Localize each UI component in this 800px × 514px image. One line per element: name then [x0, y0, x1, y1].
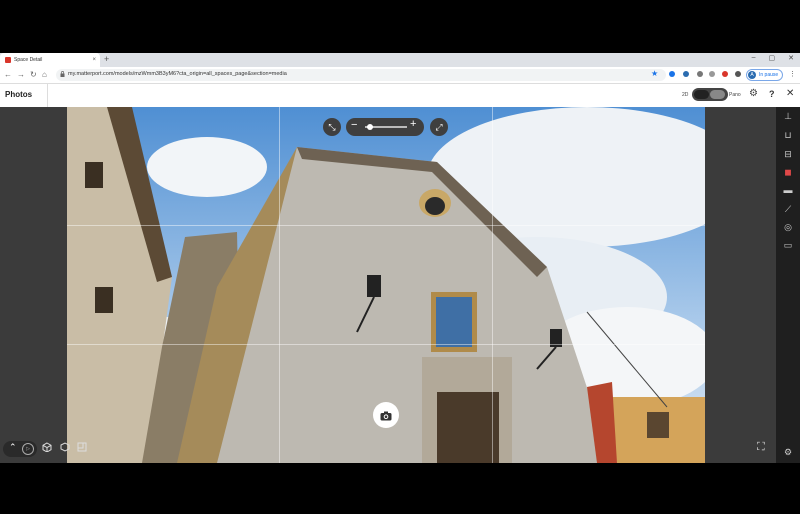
- extension-icon[interactable]: [722, 71, 728, 77]
- tool-photos-icon[interactable]: ◼: [781, 167, 795, 178]
- extension-icon[interactable]: [697, 71, 703, 77]
- view-pano-label: Pano: [729, 92, 741, 98]
- capture-photo-button[interactable]: [373, 402, 399, 428]
- window-controls: – ▢ ✕: [752, 54, 794, 62]
- window-close-icon[interactable]: ✕: [788, 54, 794, 62]
- bookmark-star-icon[interactable]: ★: [651, 69, 658, 78]
- close-icon[interactable]: ✕: [786, 88, 794, 99]
- photo-2d-option[interactable]: [694, 90, 709, 99]
- dollhouse-icon[interactable]: [42, 442, 52, 455]
- tool-settings-icon[interactable]: ⚙: [781, 447, 795, 458]
- browser-tab[interactable]: Space Detail ×: [0, 53, 100, 67]
- play-icon[interactable]: ▷: [22, 443, 34, 455]
- grid-line: [67, 344, 705, 345]
- zoom-reset-icon[interactable]: ⤡: [323, 118, 341, 136]
- home-icon[interactable]: ⌂: [42, 70, 47, 79]
- new-tab-button[interactable]: +: [104, 54, 109, 64]
- floorplan-icon[interactable]: [60, 442, 70, 455]
- browser-tab-strip: [0, 53, 800, 67]
- browser-menu-icon[interactable]: ⋮: [789, 70, 796, 78]
- view-2d-label: 2D: [682, 92, 689, 98]
- tab-title: Space Detail: [14, 57, 43, 63]
- tool-video-icon[interactable]: ▭: [781, 240, 795, 251]
- tool-ruler-icon[interactable]: ⟋: [781, 204, 795, 215]
- extension-icon[interactable]: [669, 71, 675, 77]
- tool-measure-icon[interactable]: ⊥: [781, 111, 795, 122]
- pano-option[interactable]: [710, 90, 725, 99]
- page-title: Photos: [5, 90, 33, 99]
- reload-icon[interactable]: ↻: [30, 70, 37, 79]
- expand-up-icon[interactable]: ⌃: [9, 442, 17, 453]
- minimize-icon[interactable]: –: [752, 54, 756, 62]
- back-icon[interactable]: ←: [4, 70, 12, 79]
- help-icon[interactable]: ?: [769, 89, 775, 99]
- zoom-out-button[interactable]: −: [351, 119, 357, 131]
- right-toolbar: [776, 107, 800, 463]
- zoom-in-button[interactable]: +: [410, 118, 416, 130]
- extension-icon[interactable]: [709, 71, 715, 77]
- grid-line: [279, 107, 280, 463]
- tool-floor-icon[interactable]: ⊔: [781, 130, 795, 141]
- camera-icon: [380, 408, 392, 422]
- url-text[interactable]: my.matterport.com/models/mzWmm3B3yM6?cta…: [68, 71, 287, 77]
- settings-gear-icon[interactable]: ⚙: [749, 88, 758, 99]
- view-mode-toggle[interactable]: [692, 88, 728, 101]
- floors-icon[interactable]: [77, 442, 87, 455]
- avatar: A: [748, 71, 756, 79]
- lock-icon: [60, 71, 65, 79]
- maximize-icon[interactable]: ▢: [769, 54, 776, 62]
- header-divider: [47, 84, 48, 107]
- tool-360-icon[interactable]: ◎: [781, 222, 795, 233]
- tool-layers-icon[interactable]: ⊟: [781, 149, 795, 160]
- grid-line: [67, 225, 705, 226]
- fullscreen-icon[interactable]: ⤢: [430, 118, 448, 136]
- extensions-puzzle-icon[interactable]: [735, 71, 741, 77]
- tab-close-icon[interactable]: ×: [92, 57, 96, 63]
- grid-line: [492, 107, 493, 463]
- app-header: [0, 84, 800, 108]
- profile-label: In pause: [759, 72, 779, 78]
- matterport-favicon-icon: [5, 57, 11, 63]
- extension-icon[interactable]: [683, 71, 689, 77]
- expand-icon[interactable]: ⛶: [757, 441, 765, 454]
- forward-icon[interactable]: →: [17, 70, 25, 79]
- profile-button[interactable]: A In pause: [746, 69, 784, 81]
- tool-tag-icon[interactable]: ▬: [781, 185, 795, 195]
